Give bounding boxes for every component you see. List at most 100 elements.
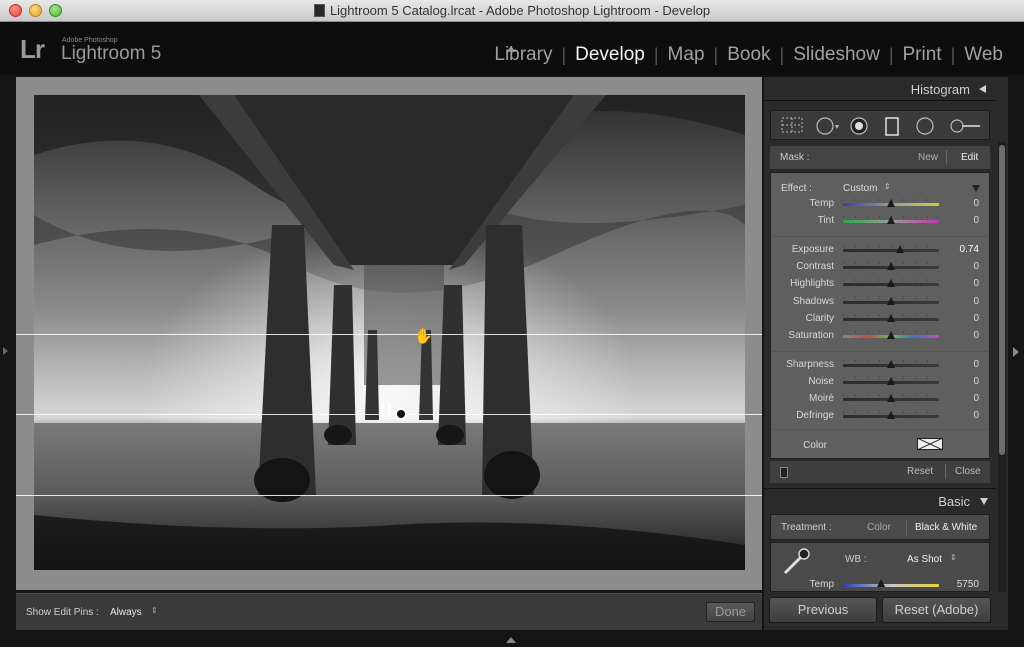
shadows-value[interactable]: 0: [949, 296, 979, 307]
effect-panel: Effect : Custom ⇕ Temp 0 Tint 0 Exposure 0.74…: [770, 172, 990, 459]
mask-footer: Reset Close: [770, 461, 990, 483]
histogram-header[interactable]: Histogram: [764, 77, 996, 101]
lightroom-logo: Lr: [20, 34, 45, 64]
mask-divider: [946, 150, 947, 164]
sharpness-value[interactable]: 0: [949, 359, 979, 370]
module-map[interactable]: Map: [659, 44, 714, 66]
gradient-guide-line-bottom[interactable]: [16, 495, 762, 496]
mask-edit-button[interactable]: Edit: [961, 152, 978, 163]
document-icon: [313, 4, 325, 17]
filter-handle-icon[interactable]: [381, 403, 391, 417]
done-button[interactable]: Done: [706, 602, 755, 622]
spot-removal-icon[interactable]: [815, 117, 841, 135]
eyedropper-icon[interactable]: [781, 547, 811, 577]
shadows-slider-thumb[interactable]: [887, 297, 895, 305]
treatment-bw-button[interactable]: Black & White: [915, 522, 977, 533]
treatment-divider: [906, 520, 907, 535]
clarity-value[interactable]: 0: [949, 313, 979, 324]
noise-label: Noise: [808, 376, 834, 387]
module-header: Lr Adobe Photoshop Lightroom 5 Library | D…: [0, 22, 1024, 75]
color-swatch-empty[interactable]: [917, 438, 943, 450]
section-divider: [771, 236, 989, 237]
color-label: Color: [803, 440, 827, 451]
show-edit-pins-select[interactable]: Always: [110, 607, 142, 618]
noise-slider-thumb[interactable]: [887, 377, 895, 385]
basic-label: Basic: [938, 494, 970, 509]
exposure-value[interactable]: 0.74: [949, 244, 979, 255]
treatment-row: Treatment : Color Black & White: [770, 514, 990, 540]
updown-arrows-icon[interactable]: ⇕: [884, 182, 891, 191]
wb-temp-thumb[interactable]: [877, 579, 886, 587]
highlights-value[interactable]: 0: [949, 278, 979, 289]
module-develop[interactable]: Develop: [566, 44, 654, 66]
collapse-triangle-icon[interactable]: [980, 498, 988, 505]
updown-arrows-icon[interactable]: ⇕: [950, 553, 957, 562]
gradient-guide-line-top[interactable]: [16, 334, 762, 335]
saturation-slider-thumb[interactable]: [887, 331, 895, 339]
effect-collapse-triangle-icon[interactable]: [972, 185, 980, 192]
noise-value[interactable]: 0: [949, 376, 979, 387]
show-edit-pins-label: Show Edit Pins :: [26, 607, 99, 618]
collapse-filmstrip-arrow[interactable]: [506, 637, 516, 643]
updown-arrows-icon[interactable]: ⇕: [151, 606, 158, 615]
moir-slider-thumb[interactable]: [887, 394, 895, 402]
highlights-label: Highlights: [790, 278, 834, 289]
reset-button[interactable]: Reset: [907, 466, 933, 477]
module-book[interactable]: Book: [718, 44, 779, 66]
crop-overlay-icon[interactable]: [781, 117, 803, 133]
tint-value[interactable]: 0: [949, 215, 979, 226]
exposure-label: Exposure: [791, 244, 834, 255]
graduated-filter-icon[interactable]: [885, 117, 899, 137]
module-web[interactable]: Web: [955, 44, 1012, 66]
clarity-label: Clarity: [805, 313, 834, 324]
defringe-label: Defringe: [796, 410, 834, 421]
tint-slider-thumb[interactable]: [887, 216, 895, 224]
section-divider: [771, 429, 989, 430]
saturation-value[interactable]: 0: [949, 330, 979, 341]
expand-triangle-icon[interactable]: [979, 85, 986, 93]
reset-adobe-button[interactable]: Reset (Adobe): [882, 597, 991, 623]
mask-section: Mask : New Edit: [770, 146, 990, 170]
wb-preset-select[interactable]: As Shot: [907, 554, 942, 565]
defringe-slider-thumb[interactable]: [887, 411, 895, 419]
shadows-label: Shadows: [792, 296, 834, 307]
defringe-value[interactable]: 0: [949, 410, 979, 421]
temp-value[interactable]: 0: [949, 198, 979, 209]
basic-header[interactable]: Basic: [764, 488, 996, 512]
moir-value[interactable]: 0: [949, 393, 979, 404]
module-slideshow[interactable]: Slideshow: [784, 44, 889, 66]
collapse-right-panel-arrow[interactable]: [1013, 347, 1019, 357]
previous-button[interactable]: Previous: [769, 597, 877, 623]
contrast-slider-thumb[interactable]: [887, 262, 895, 270]
exposure-slider-track[interactable]: [843, 249, 939, 252]
effect-label: Effect :: [781, 183, 812, 194]
section-divider: [771, 351, 989, 352]
red-eye-icon[interactable]: [849, 117, 869, 135]
clarity-slider-thumb[interactable]: [887, 314, 895, 322]
contrast-value[interactable]: 0: [949, 261, 979, 272]
module-print[interactable]: Print: [894, 44, 951, 66]
wb-temp-value[interactable]: 5750: [949, 579, 979, 590]
exposure-slider-thumb[interactable]: [895, 245, 904, 253]
wb-temp-track[interactable]: [843, 584, 939, 587]
lightroom-window: Lightroom 5 Catalog.lrcat - Adobe Photos…: [0, 0, 1024, 647]
window-title-row: Lightroom 5 Catalog.lrcat - Adobe Photos…: [0, 3, 1024, 18]
tool-strip: [770, 110, 990, 140]
mask-new-button[interactable]: New: [918, 152, 938, 163]
adjustment-brush-icon[interactable]: [949, 117, 983, 135]
close-button[interactable]: Close: [955, 466, 981, 477]
treatment-color-button[interactable]: Color: [867, 522, 891, 533]
mask-label: Mask :: [780, 152, 810, 163]
radial-filter-icon[interactable]: [915, 117, 935, 135]
photo-pier: [34, 95, 745, 570]
edit-pin[interactable]: [395, 408, 407, 420]
effect-preset-select[interactable]: Custom: [843, 183, 877, 194]
temp-slider-thumb[interactable]: [887, 199, 895, 207]
module-library[interactable]: Library: [485, 44, 561, 66]
panel-scrollbar-thumb[interactable]: [999, 145, 1005, 455]
highlights-slider-thumb[interactable]: [887, 279, 895, 287]
mask-toggle-switch[interactable]: [780, 467, 788, 478]
sharpness-slider-thumb[interactable]: [887, 360, 895, 368]
title-bar: Lightroom 5 Catalog.lrcat - Adobe Photos…: [0, 0, 1024, 22]
collapse-left-panel-arrow[interactable]: [3, 347, 8, 355]
